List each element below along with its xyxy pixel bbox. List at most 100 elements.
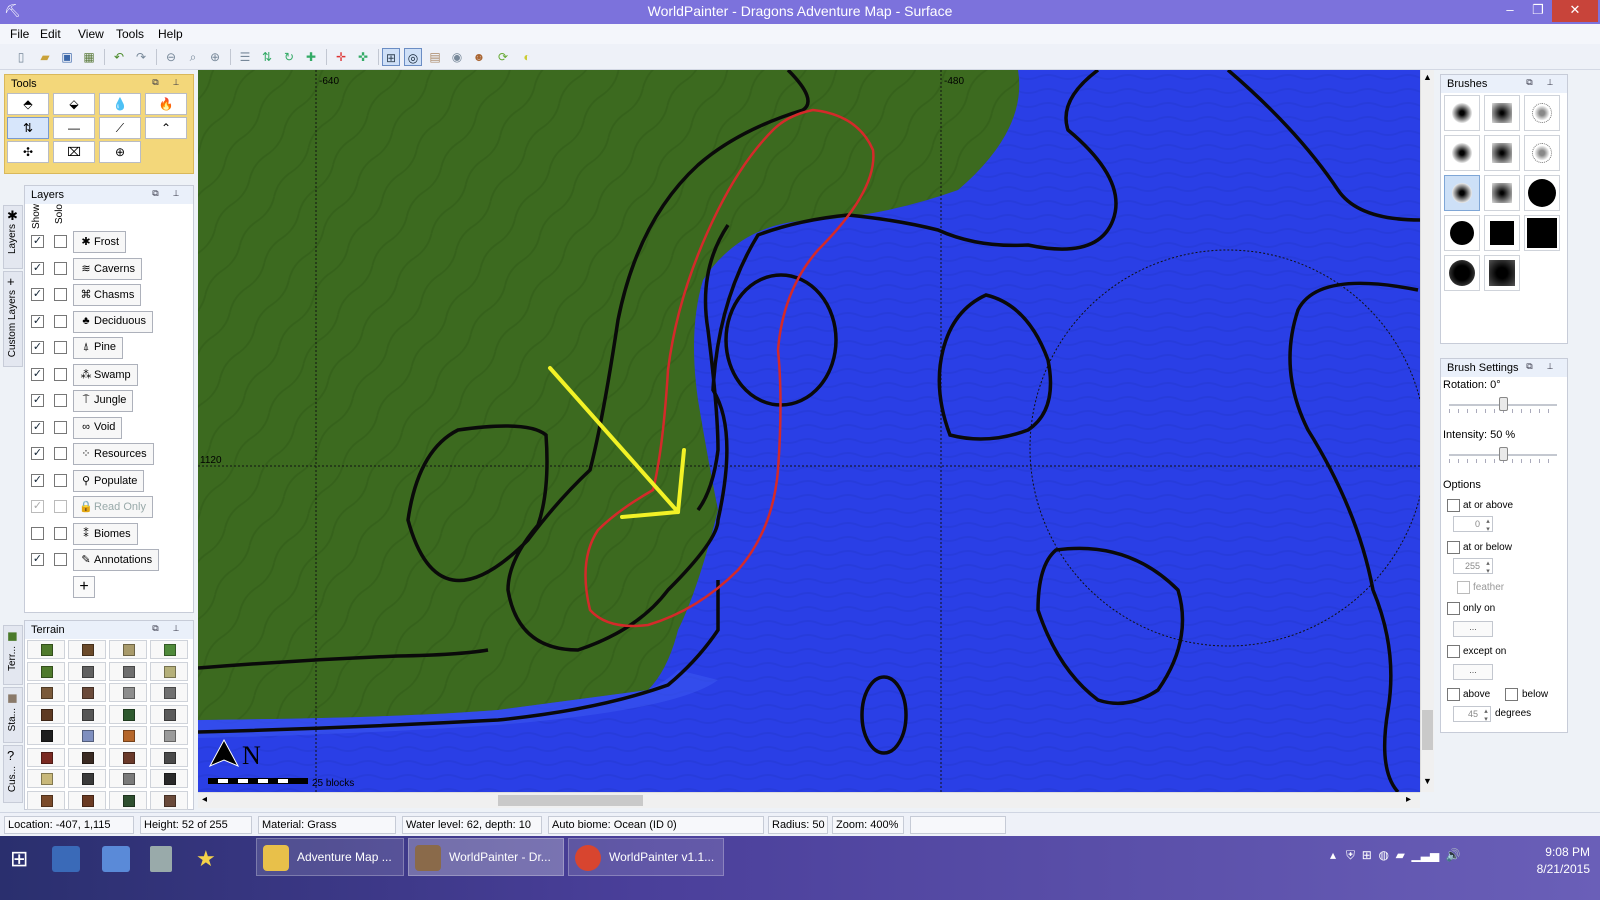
layer-show-checkbox[interactable]: ✓ [31, 341, 44, 354]
image-overlay-icon[interactable]: ▤ [426, 48, 444, 66]
terrain-swatch[interactable] [27, 640, 65, 659]
layer-solo-checkbox[interactable] [54, 288, 67, 301]
terrain-swatch[interactable] [68, 661, 106, 681]
terrain-swatch[interactable] [27, 769, 65, 788]
taskbar-item-worldpainter-dragons[interactable]: WorldPainter - Dr... [408, 838, 564, 876]
zoom-out-icon[interactable]: ⊖ [162, 48, 180, 66]
ramp-tool-button[interactable]: ⌃ [145, 117, 187, 139]
layer-solo-checkbox[interactable] [54, 261, 67, 275]
taskbar-pinned-app-1[interactable] [52, 846, 80, 872]
biomes-view-icon[interactable]: ☻ [470, 48, 488, 66]
layer-show-checkbox[interactable]: ✓ [31, 235, 44, 248]
tray-volume-icon[interactable]: 🔊 [1446, 848, 1461, 862]
change-height-icon[interactable]: ⇅ [258, 48, 276, 66]
global-operation-tool-button[interactable]: ⊕ [99, 141, 141, 163]
rotation-slider-thumb[interactable] [1498, 397, 1508, 411]
except-on-select-button[interactable]: ... [1453, 664, 1493, 680]
terrain-swatch[interactable] [68, 704, 106, 724]
brush-hard-circle[interactable] [1524, 175, 1560, 211]
dimension-properties-icon[interactable]: ☰ [236, 48, 254, 66]
flatten-tool-button[interactable]: — [53, 117, 95, 139]
horizontal-scroll-thumb[interactable] [498, 795, 643, 806]
below-checkbox[interactable] [1505, 688, 1518, 701]
terrain-swatch[interactable] [150, 683, 188, 702]
terrain-swatch[interactable] [150, 747, 188, 767]
intensity-slider[interactable] [1449, 447, 1557, 463]
tab-stamps[interactable]: ◼ Sta... [3, 687, 23, 743]
layer-button-deciduous[interactable]: ♣ Deciduous [73, 310, 153, 333]
terrain-swatch[interactable] [27, 790, 65, 810]
new-world-icon[interactable]: ▯ [12, 48, 30, 66]
tab-custom-terrain[interactable]: ? Cus... [3, 745, 23, 803]
rotate-world-icon[interactable]: ↻ [280, 48, 298, 66]
add-layer-button[interactable]: + [73, 576, 95, 598]
layer-show-checkbox[interactable]: ✓ [31, 447, 44, 460]
terrain-swatch[interactable] [150, 726, 188, 745]
tray-update-icon[interactable]: ◍ [1378, 848, 1388, 862]
brush-dark-soft-circle[interactable] [1444, 255, 1480, 291]
terrain-swatch[interactable] [68, 769, 106, 788]
layer-show-checkbox[interactable]: ✓ [31, 394, 44, 407]
brush-dark-soft-square[interactable] [1484, 255, 1520, 291]
terrain-swatch[interactable] [109, 726, 147, 745]
layer-solo-checkbox[interactable] [54, 341, 67, 354]
layer-button-caverns[interactable]: ≋ Caverns [73, 257, 142, 280]
at-or-above-spinner[interactable]: 0 [1453, 516, 1493, 533]
tray-windows-icon[interactable]: ⊞ [1362, 848, 1372, 862]
close-button[interactable]: ✕ [1552, 0, 1598, 22]
brush-soft-square[interactable] [1484, 95, 1520, 131]
terrain-swatch[interactable] [27, 704, 65, 724]
text-tool-button[interactable]: ⌧ [53, 141, 95, 163]
layer-solo-checkbox[interactable] [54, 500, 67, 513]
terrain-swatch[interactable] [68, 683, 106, 702]
restore-button[interactable]: ❐ [1523, 0, 1553, 22]
terrain-swatch[interactable] [68, 790, 106, 810]
layer-button-resources[interactable]: ⁘ Resources [73, 443, 154, 465]
refresh-icon[interactable]: ⟳ [494, 48, 512, 66]
menu-tools[interactable]: Tools [116, 27, 144, 41]
terrain-swatch[interactable] [109, 640, 147, 659]
terrain-swatch[interactable] [150, 790, 188, 810]
intensity-slider-thumb[interactable] [1498, 447, 1508, 461]
layer-solo-checkbox[interactable] [54, 314, 67, 328]
redo-icon[interactable]: ↷ [132, 48, 150, 66]
tray-up-arrow-icon[interactable]: ▴ [1330, 848, 1336, 862]
save-world-icon[interactable]: ▣ [58, 48, 76, 66]
terrain-swatch[interactable] [150, 769, 188, 788]
tab-layers[interactable]: ✱ Layers [3, 205, 23, 269]
layer-button-jungle[interactable]: ⍑ Jungle [73, 390, 134, 412]
taskbar-item-adventure-map[interactable]: Adventure Map ... [256, 838, 404, 876]
at-or-above-checkbox[interactable] [1447, 499, 1460, 512]
layer-show-checkbox[interactable] [31, 526, 44, 540]
windows-start-icon[interactable]: ⊞ [10, 846, 38, 874]
rotation-slider[interactable] [1449, 397, 1557, 413]
tray-folder-icon[interactable]: ▰ [1396, 848, 1405, 862]
add-tiles-icon[interactable]: ✚ [302, 48, 320, 66]
menu-help[interactable]: Help [158, 27, 183, 41]
brush-noise[interactable] [1524, 95, 1560, 131]
layer-show-checkbox[interactable]: ✓ [31, 288, 44, 301]
zoom-in-icon[interactable]: ⊕ [206, 48, 224, 66]
map-canvas[interactable]: -640 -480 1120 N 25 blocks [198, 70, 1420, 792]
taskbar-item-chrome[interactable]: WorldPainter v1.1... [568, 838, 724, 876]
terrain-swatch[interactable] [109, 683, 147, 702]
brush-soft-circle[interactable] [1444, 95, 1480, 131]
brush-solid-circle[interactable] [1444, 215, 1480, 251]
layer-show-checkbox[interactable]: ✓ [31, 367, 44, 381]
terrain-swatch[interactable] [68, 747, 106, 767]
lava-flood-tool-button[interactable]: 🔥 [145, 93, 187, 115]
sponge-tool-button[interactable]: ✣ [7, 141, 49, 163]
calculator-icon[interactable] [150, 846, 172, 872]
terrain-swatch[interactable] [68, 726, 106, 745]
layer-button-swamp[interactable]: ⁂ Swamp [73, 363, 138, 386]
terrain-swatch[interactable] [150, 640, 188, 659]
terrain-swatch[interactable] [109, 704, 147, 724]
brush-medium-square[interactable] [1484, 135, 1520, 171]
raise-mountain-tool-button[interactable]: ⬘ [7, 93, 49, 115]
layer-show-checkbox[interactable]: ✓ [31, 420, 44, 434]
clock[interactable]: 9:08 PM 8/21/2015 [1500, 844, 1590, 878]
terrain-swatch[interactable] [27, 726, 65, 745]
terrain-swatch[interactable] [150, 704, 188, 724]
zoom-reset-icon[interactable]: ⌕ [184, 48, 202, 66]
view-3d-icon[interactable]: ◉ [448, 48, 466, 66]
